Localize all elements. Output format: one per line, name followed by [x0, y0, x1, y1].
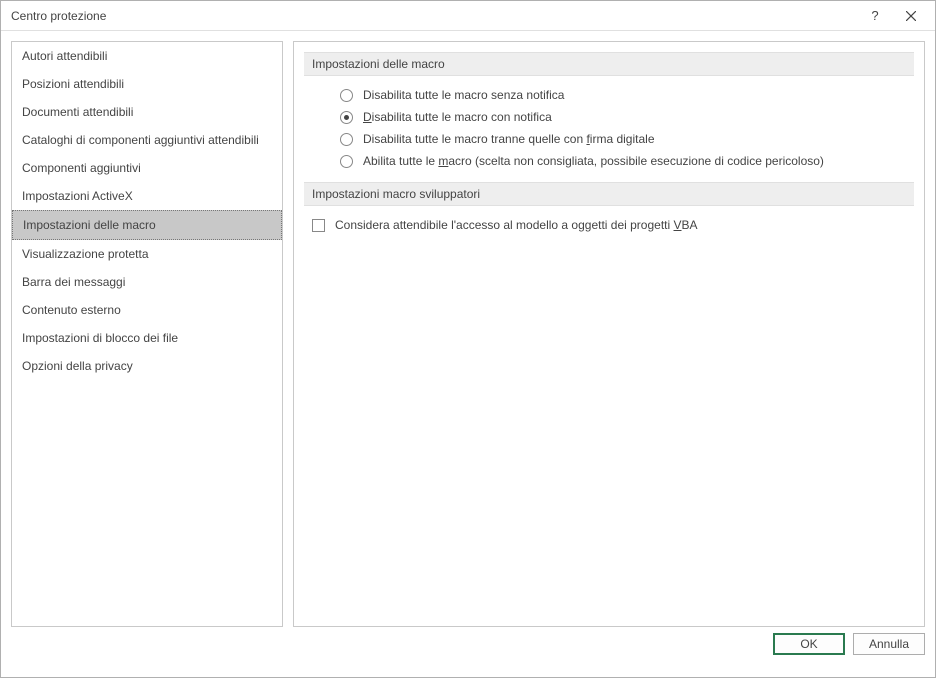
sidebar-item-contenuto-esterno[interactable]: Contenuto esterno	[12, 296, 282, 324]
sidebar-item-label: Barra dei messaggi	[22, 275, 125, 289]
sidebar-item-impostazioni-activex[interactable]: Impostazioni ActiveX	[12, 182, 282, 210]
radio-icon	[340, 111, 353, 124]
sidebar-item-label: Impostazioni delle macro	[23, 218, 156, 232]
cancel-button-label: Annulla	[869, 637, 909, 651]
main-panel: Impostazioni delle macro Disabilita tutt…	[293, 41, 925, 627]
sidebar-item-label: Posizioni attendibili	[22, 77, 124, 91]
sidebar: Autori attendibili Posizioni attendibili…	[11, 41, 283, 627]
content-area: Autori attendibili Posizioni attendibili…	[1, 31, 935, 633]
checkbox-trust-vba-access[interactable]: Considera attendibile l'accesso al model…	[312, 218, 914, 232]
radio-disable-except-signed[interactable]: Disabilita tutte le macro tranne quelle …	[340, 132, 914, 146]
developer-settings-area: Considera attendibile l'accesso al model…	[312, 218, 914, 232]
checkbox-label: Considera attendibile l'accesso al model…	[335, 218, 698, 232]
sidebar-item-documenti-attendibili[interactable]: Documenti attendibili	[12, 98, 282, 126]
sidebar-item-visualizzazione-protetta[interactable]: Visualizzazione protetta	[12, 240, 282, 268]
sidebar-item-opzioni-privacy[interactable]: Opzioni della privacy	[12, 352, 282, 380]
radio-disable-no-notify[interactable]: Disabilita tutte le macro senza notifica	[340, 88, 914, 102]
radio-disable-with-notify[interactable]: Disabilita tutte le macro con notifica	[340, 110, 914, 124]
sidebar-item-label: Visualizzazione protetta	[22, 247, 149, 261]
titlebar: Centro protezione ?	[1, 1, 935, 31]
dialog-footer: OK Annulla	[1, 633, 935, 665]
ok-button[interactable]: OK	[773, 633, 845, 655]
radio-label: Abilita tutte le macro (scelta non consi…	[363, 154, 824, 168]
radio-label: Disabilita tutte le macro tranne quelle …	[363, 132, 655, 146]
sidebar-item-componenti-aggiuntivi[interactable]: Componenti aggiuntivi	[12, 154, 282, 182]
radio-label: Disabilita tutte le macro senza notifica	[363, 88, 564, 102]
checkbox-icon	[312, 219, 325, 232]
radio-enable-all[interactable]: Abilita tutte le macro (scelta non consi…	[340, 154, 914, 168]
close-button[interactable]	[893, 2, 929, 30]
ok-button-label: OK	[800, 637, 817, 651]
sidebar-item-label: Impostazioni ActiveX	[22, 189, 133, 203]
sidebar-item-label: Contenuto esterno	[22, 303, 121, 317]
window-title: Centro protezione	[11, 9, 857, 23]
sidebar-item-label: Documenti attendibili	[22, 105, 133, 119]
sidebar-item-autori-attendibili[interactable]: Autori attendibili	[12, 42, 282, 70]
radio-label: Disabilita tutte le macro con notifica	[363, 110, 552, 124]
radio-icon	[340, 155, 353, 168]
sidebar-item-impostazioni-macro[interactable]: Impostazioni delle macro	[12, 210, 282, 240]
macro-settings-radio-group: Disabilita tutte le macro senza notifica…	[340, 88, 914, 168]
close-icon	[906, 11, 916, 21]
section-heading-macro-settings: Impostazioni delle macro	[304, 52, 914, 76]
sidebar-item-blocco-file[interactable]: Impostazioni di blocco dei file	[12, 324, 282, 352]
section-heading-developer-macro: Impostazioni macro sviluppatori	[304, 182, 914, 206]
sidebar-item-label: Componenti aggiuntivi	[22, 161, 141, 175]
radio-icon	[340, 89, 353, 102]
sidebar-item-barra-messaggi[interactable]: Barra dei messaggi	[12, 268, 282, 296]
radio-icon	[340, 133, 353, 146]
sidebar-item-label: Autori attendibili	[22, 49, 107, 63]
cancel-button[interactable]: Annulla	[853, 633, 925, 655]
sidebar-item-cataloghi-componenti-aggiuntivi[interactable]: Cataloghi di componenti aggiuntivi atten…	[12, 126, 282, 154]
help-button[interactable]: ?	[857, 2, 893, 30]
sidebar-item-label: Opzioni della privacy	[22, 359, 133, 373]
sidebar-item-label: Cataloghi di componenti aggiuntivi atten…	[22, 133, 259, 147]
sidebar-item-posizioni-attendibili[interactable]: Posizioni attendibili	[12, 70, 282, 98]
sidebar-item-label: Impostazioni di blocco dei file	[22, 331, 178, 345]
